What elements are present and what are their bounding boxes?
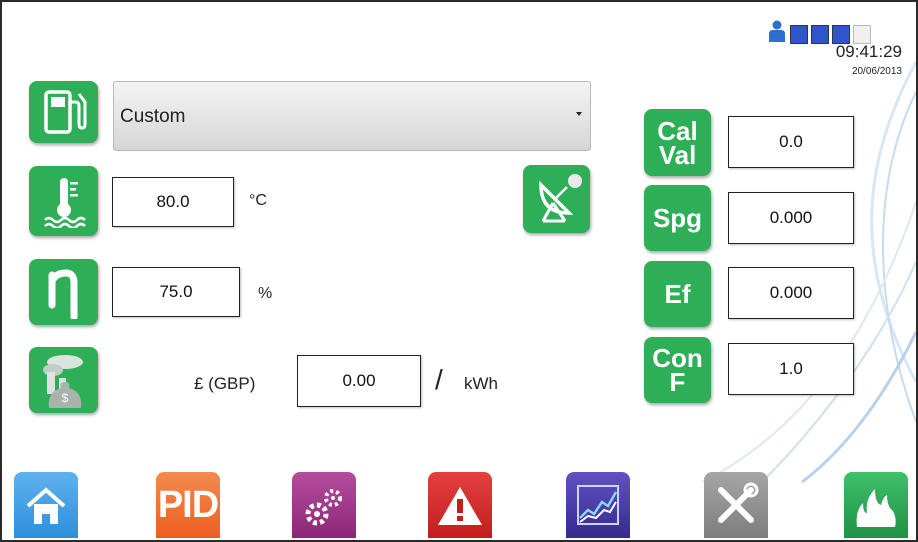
cost-input[interactable]: 0.00 [297, 355, 421, 407]
signal-bar [811, 25, 829, 44]
tools-icon [718, 482, 759, 523]
ef-label: Ef [664, 279, 691, 309]
pid-label: PID [157, 483, 219, 526]
currency-label: £ (GBP) [194, 374, 256, 393]
cal-val-label-line2: Val [658, 139, 697, 170]
spg-label: Spg [652, 203, 703, 233]
chevron-down-icon [576, 112, 582, 116]
status-area: 09:41:29 20/06/2013 [762, 20, 902, 84]
efficiency-button[interactable] [29, 259, 98, 325]
temperature-button[interactable] [29, 166, 98, 236]
spg-input[interactable]: 0.000 [728, 192, 854, 244]
clock: 09:41:29 [835, 42, 902, 61]
trend-chart-icon [577, 485, 619, 525]
con-f-label-line2: F [669, 367, 686, 397]
nav-home-button[interactable] [14, 472, 78, 538]
fuel-select-value: Custom [120, 106, 186, 127]
warning-icon [438, 487, 482, 525]
nav-alarms-button[interactable] [428, 472, 492, 538]
signal-bar [790, 25, 808, 44]
cost-button[interactable]: $ [29, 347, 98, 413]
screen: 09:41:29 20/06/2013 Custom 80.0 °C 75.0 … [0, 0, 918, 542]
fuel-select[interactable]: Custom [113, 81, 591, 151]
money-pollution-icon: $ [42, 355, 83, 408]
per-separator: / [435, 364, 443, 395]
ef-button[interactable]: Ef [644, 261, 711, 327]
con-f-input[interactable]: 1.0 [728, 343, 854, 395]
svg-text:$: $ [61, 391, 68, 405]
eta-icon [48, 269, 77, 319]
satellite-button[interactable] [523, 165, 590, 233]
cal-val-label-line1: Cal [657, 115, 698, 146]
ef-input[interactable]: 0.000 [728, 267, 854, 319]
satellite-dish-icon [538, 174, 582, 223]
fuel-button[interactable] [29, 81, 98, 143]
cost-unit: kWh [464, 374, 498, 393]
temperature-unit: °C [249, 192, 267, 209]
user-icon [769, 20, 785, 42]
nav-trends-button[interactable] [566, 472, 630, 538]
temperature-input[interactable]: 80.0 [112, 177, 234, 227]
date: 20/06/2013 [851, 66, 902, 77]
cal-val-button[interactable]: Cal Val [644, 109, 711, 176]
cal-val-input[interactable]: 0.0 [728, 116, 854, 168]
fuel-pump-icon [43, 90, 86, 134]
nav-combustion-button[interactable] [844, 472, 908, 538]
nav-pid-button[interactable]: PID [156, 472, 220, 538]
efficiency-input[interactable]: 75.0 [112, 267, 240, 317]
home-icon [26, 487, 66, 524]
thermometer-water-icon [43, 178, 86, 228]
efficiency-unit: % [258, 285, 273, 302]
flame-icon [856, 489, 896, 527]
nav-settings-button[interactable] [292, 472, 356, 538]
nav-tools-button[interactable] [704, 472, 768, 538]
gears-icon [305, 489, 342, 526]
spg-button[interactable]: Spg [644, 185, 711, 251]
con-f-button[interactable]: Con F [644, 337, 711, 403]
